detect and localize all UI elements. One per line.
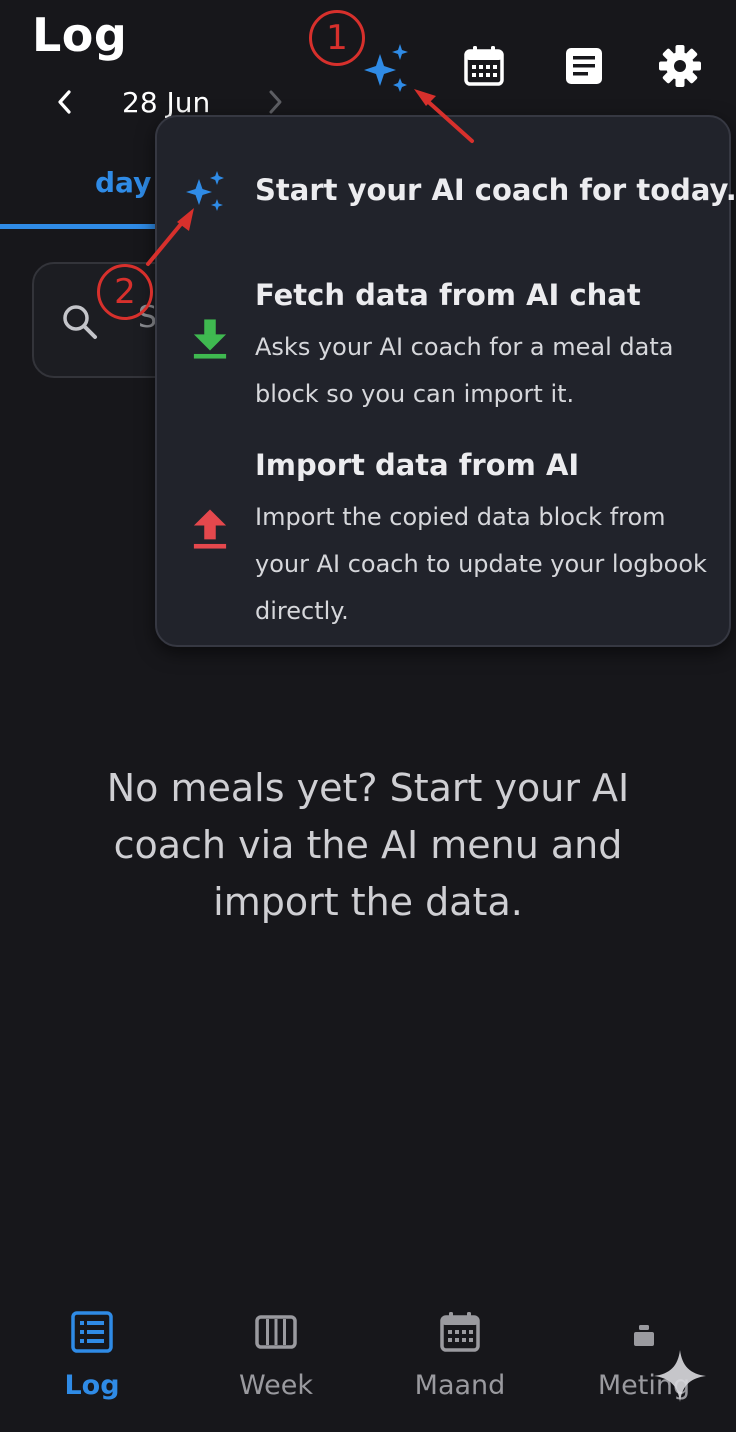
menu-item-start-ai-coach[interactable]: Start your AI coach for today. <box>157 157 736 247</box>
menu-item-description: Asks your AI coach for a meal data block… <box>255 333 674 408</box>
nav-label-meting: Meting <box>597 1370 691 1401</box>
empty-state-message: No meals yet? Start your AI coach via th… <box>106 766 630 924</box>
menu-item-import-data[interactable]: Import data from AI Import the copied da… <box>157 442 729 632</box>
nav-item-meting[interactable]: Meting <box>552 1300 736 1420</box>
calendar-icon <box>464 46 504 86</box>
calendar-icon <box>440 1312 480 1352</box>
page-title: Log <box>32 8 128 62</box>
annotation-step-1: 1 <box>309 10 365 66</box>
sparkle-watermark-icon <box>654 1350 706 1402</box>
menu-item-description: Import the copied data block from your A… <box>255 503 707 625</box>
tab-day[interactable]: day <box>95 166 151 199</box>
menu-item-title: Import data from AI <box>255 448 580 482</box>
menu-item-title: Fetch data from AI chat <box>255 278 641 312</box>
log-screen: Log 28 Jun day S Start your AI coach for… <box>0 0 736 1432</box>
nav-label-week: Week <box>239 1370 313 1401</box>
ai-menu-button[interactable] <box>360 42 408 92</box>
upload-icon <box>193 509 227 549</box>
sparkles-icon <box>364 44 408 92</box>
sparkles-icon <box>186 171 224 211</box>
chevron-left-icon <box>58 90 71 114</box>
active-tab-indicator <box>0 224 160 229</box>
nav-item-log[interactable]: Log <box>0 1300 184 1420</box>
nav-item-maand[interactable]: Maand <box>368 1300 552 1420</box>
annotation-arrowhead-1 <box>414 89 436 106</box>
list-icon <box>71 1311 113 1353</box>
nav-label-maand: Maand <box>414 1370 506 1401</box>
ai-menu-dropdown: Start your AI coach for today. Fetch dat… <box>155 115 736 647</box>
previous-day-button[interactable] <box>50 84 80 120</box>
notes-icon <box>566 48 602 84</box>
search-icon <box>63 305 97 339</box>
menu-item-title: Start your AI coach for today. <box>255 173 736 207</box>
calendar-button[interactable] <box>460 42 508 90</box>
week-columns-icon <box>255 1315 297 1349</box>
notes-button[interactable] <box>560 42 608 90</box>
annotation-step-2: 2 <box>97 264 153 320</box>
settings-button[interactable] <box>656 42 704 90</box>
menu-item-fetch-data[interactable]: Fetch data from AI chat Asks your AI coa… <box>157 272 729 417</box>
download-icon <box>193 319 227 359</box>
nav-item-week[interactable]: Week <box>184 1300 368 1420</box>
bottom-navigation: Log Week Maand Meting <box>0 1300 736 1432</box>
nav-label-log: Log <box>64 1370 120 1401</box>
gear-icon <box>659 45 701 87</box>
